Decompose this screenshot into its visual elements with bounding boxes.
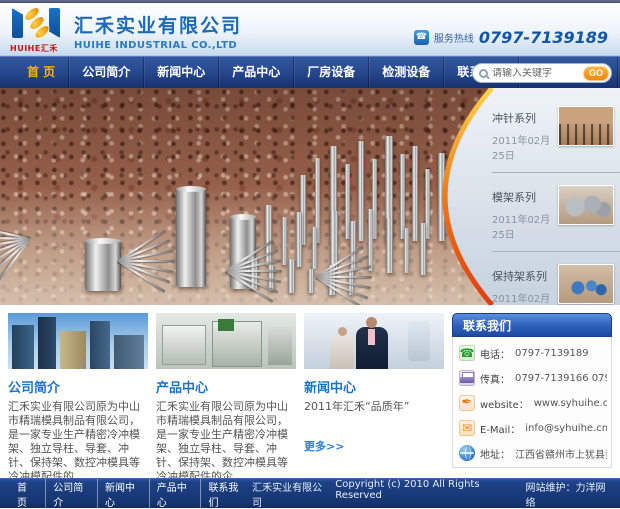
banner-news-item[interactable]: 模架系列 2011年02月25日 — [492, 179, 620, 252]
contact-value-email-link[interactable]: info@syhuihe.cn — [525, 423, 607, 434]
contact-row-address: 地址： 江西省赣州市上犹县黄埠工业园 — [459, 445, 607, 461]
company-name-en: HUIHE INDUSTRIAL CO.,LTD — [74, 40, 242, 51]
contact-label: E-Mail： — [480, 421, 520, 436]
news-date: 2011年02月25日 — [492, 290, 552, 305]
service-hotline: ☎ 服务热线 0797-7139189 — [414, 28, 608, 47]
news-thumbnail[interactable] — [558, 264, 614, 304]
section-text: 汇禾实业有限公司原为中山市精瑞模具制品有限公司，是一家专业生产精密冷冲模架、独立… — [156, 400, 296, 484]
footer-link-products[interactable]: 产品中心 — [149, 479, 201, 509]
nav-item-news[interactable]: 新闻中心 — [144, 57, 219, 88]
banner-news-list: 冲针系列 2011年02月25日 模架系列 2011年02月25日 保持架系列 … — [492, 88, 620, 305]
section-text: 2011年汇禾“品质年” — [304, 400, 444, 414]
news-thumbnail[interactable] — [558, 185, 614, 225]
footer-link-about[interactable]: 公司简介 — [45, 479, 97, 509]
company-name-cn: 汇禾实业有限公司 — [74, 11, 242, 38]
footer-links: 首 页 公司简介 新闻中心 产品中心 联系我们 — [10, 479, 252, 509]
telephone-icon: ☎ — [459, 345, 475, 361]
footer-copyright: 汇禾实业有限公司 Copyright (c) 2010 All Rights R… — [252, 479, 610, 509]
contact-panel-title: 联系我们 — [452, 313, 612, 337]
globe-icon — [459, 445, 475, 461]
product-center-image[interactable] — [156, 313, 296, 369]
section-text: 汇禾实业有限公司原为中山市精瑞模具制品有限公司，是一家专业生产精密冷冲模架、独立… — [8, 400, 148, 484]
nav-item-about[interactable]: 公司简介 — [69, 57, 144, 88]
contact-label: 地址： — [480, 446, 510, 461]
hotline-number: 0797-7139189 — [479, 28, 608, 47]
main-nav: 首 页 公司简介 新闻中心 产品中心 厂房设备 检测设备 联系我们 产品手册下载… — [0, 56, 620, 88]
search-go-button[interactable]: GO — [583, 66, 609, 81]
news-date: 2011年02月25日 — [492, 211, 552, 241]
footer-maintainer: 网站维护：力洋网络 — [525, 479, 610, 509]
search-box: GO — [472, 63, 612, 83]
nav-item-factory[interactable]: 厂房设备 — [294, 57, 369, 88]
main-content: 公司简介 汇禾实业有限公司原为中山市精瑞模具制品有限公司，是一家专业生产精密冷冲… — [0, 305, 620, 470]
news-date: 2011年02月25日 — [492, 132, 552, 162]
contact-panel: 联系我们 ☎ 电话： 0797-7139189 传真： 0797-7139166… — [452, 313, 612, 470]
contact-row-email: ✉ E-Mail： info@syhuihe.cn — [459, 420, 607, 436]
section-title: 公司简介 — [8, 377, 148, 396]
footer-copyright-text: Copyright (c) 2010 All Rights Reserved — [335, 479, 517, 509]
section-company-intro: 公司简介 汇禾实业有限公司原为中山市精瑞模具制品有限公司，是一家专业生产精密冷冲… — [8, 313, 148, 470]
contact-label: website： — [480, 396, 529, 411]
company-logo[interactable]: HUIHE汇禾 — [10, 8, 64, 52]
brand-block: 汇禾实业有限公司 HUIHE INDUSTRIAL CO.,LTD — [74, 11, 242, 51]
contact-label: 传真： — [480, 371, 510, 386]
site-footer: 首 页 公司简介 新闻中心 产品中心 联系我们 汇禾实业有限公司 Copyrig… — [0, 478, 620, 508]
company-intro-image[interactable] — [8, 313, 148, 369]
fax-icon — [459, 370, 475, 386]
banner-news-item[interactable]: 保持架系列 2011年02月25日 — [492, 258, 620, 305]
contact-value: 江西省赣州市上犹县黄埠工业园 — [515, 446, 607, 461]
contact-label: 电话： — [480, 346, 510, 361]
more-link[interactable]: 更多>> — [304, 438, 344, 454]
contact-value-website-link[interactable]: www.syhuihe.cn — [534, 398, 607, 409]
hero-banner: 冲针系列 2011年02月25日 模架系列 2011年02月25日 保持架系列 … — [0, 88, 620, 305]
section-title: 产品中心 — [156, 377, 296, 396]
footer-link-news[interactable]: 新闻中心 — [97, 479, 149, 509]
footer-link-home[interactable]: 首 页 — [10, 479, 45, 509]
news-thumbnail[interactable] — [558, 106, 614, 146]
contact-panel-body: ☎ 电话： 0797-7139189 传真： 0797-7139166 0797… — [452, 337, 612, 468]
footer-link-contact[interactable]: 联系我们 — [200, 479, 252, 509]
search-icon — [479, 69, 488, 78]
banner-news-item[interactable]: 冲针系列 2011年02月25日 — [492, 100, 620, 173]
nav-item-testing[interactable]: 检测设备 — [369, 57, 444, 88]
contact-row-website: ✒ website： www.syhuihe.cn — [459, 395, 607, 411]
phone-icon: ☎ — [414, 30, 429, 45]
contact-row-phone: ☎ 电话： 0797-7139189 — [459, 345, 607, 361]
section-news-center: 新闻中心 2011年汇禾“品质年” 更多>> — [304, 313, 444, 470]
news-title[interactable]: 模架系列 — [492, 189, 552, 205]
contact-value: 0797-7139166 0797-7139168 — [515, 373, 607, 384]
site-header: HUIHE汇禾 汇禾实业有限公司 HUIHE INDUSTRIAL CO.,LT… — [0, 3, 620, 56]
envelope-icon: ✉ — [459, 420, 475, 436]
news-title[interactable]: 冲针系列 — [492, 110, 552, 126]
contact-value: 0797-7139189 — [515, 348, 589, 359]
section-title: 新闻中心 — [304, 377, 444, 396]
nav-item-home[interactable]: 首 页 — [14, 57, 69, 88]
hotline-label: 服务热线 — [434, 30, 474, 45]
logo-mark-icon — [10, 8, 64, 40]
news-center-image[interactable] — [304, 313, 444, 369]
section-product-center: 产品中心 汇禾实业有限公司原为中山市精瑞模具制品有限公司，是一家专业生产精密冷冲… — [156, 313, 296, 470]
search-input[interactable] — [488, 68, 583, 79]
footer-company-name: 汇禾实业有限公司 — [252, 479, 327, 509]
logo-wordmark: HUIHE汇禾 — [10, 43, 64, 54]
nav-item-products[interactable]: 产品中心 — [219, 57, 294, 88]
pen-icon: ✒ — [459, 395, 475, 411]
news-title[interactable]: 保持架系列 — [492, 268, 552, 284]
contact-row-fax: 传真： 0797-7139166 0797-7139168 — [459, 370, 607, 386]
